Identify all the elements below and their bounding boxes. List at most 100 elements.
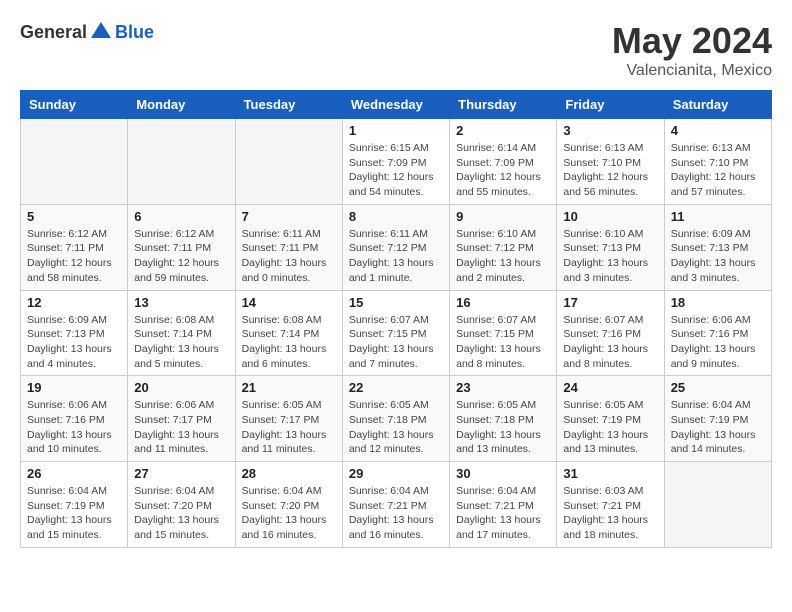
calendar-header-sunday: Sunday: [21, 91, 128, 119]
day-number: 27: [134, 466, 228, 481]
day-info: Sunrise: 6:04 AMSunset: 7:20 PMDaylight:…: [242, 484, 336, 543]
day-info: Sunrise: 6:07 AMSunset: 7:15 PMDaylight:…: [349, 313, 443, 372]
day-number: 12: [27, 295, 121, 310]
calendar-cell: 11 Sunrise: 6:09 AMSunset: 7:13 PMDayligh…: [664, 204, 771, 290]
calendar-header-row: SundayMondayTuesdayWednesdayThursdayFrid…: [21, 91, 772, 119]
calendar-week-row: 26Sunrise: 6:04 AMSunset: 7:19 PMDayligh…: [21, 462, 772, 548]
day-info: Sunrise: 6:09 AMSunset: 7:13 PMDaylight:…: [671, 227, 765, 286]
day-info: Sunrise: 6:13 AMSunset: 7:10 PMDaylight:…: [563, 141, 657, 200]
day-info: Sunrise: 6:12 AMSunset: 7:11 PMDaylight:…: [27, 227, 121, 286]
calendar-cell: [664, 462, 771, 548]
calendar-cell: 1 Sunrise: 6:15 AMSunset: 7:09 PMDaylight…: [342, 119, 449, 205]
calendar-cell: 9Sunrise: 6:10 AMSunset: 7:12 PMDaylight…: [450, 204, 557, 290]
day-number: 22: [349, 380, 443, 395]
day-info: Sunrise: 6:05 AMSunset: 7:18 PMDaylight:…: [456, 398, 550, 457]
calendar-week-row: 19 Sunrise: 6:06 AMSunset: 7:16 PMDayligh…: [21, 376, 772, 462]
day-number: 1: [349, 123, 443, 138]
calendar-week-row: 5 Sunrise: 6:12 AMSunset: 7:11 PMDaylight…: [21, 204, 772, 290]
calendar-cell: 3 Sunrise: 6:13 AMSunset: 7:10 PMDaylight…: [557, 119, 664, 205]
calendar-header-thursday: Thursday: [450, 91, 557, 119]
day-info: Sunrise: 6:06 AMSunset: 7:16 PMDaylight:…: [27, 398, 121, 457]
month-title: May 2024: [612, 20, 772, 62]
calendar-cell: 23 Sunrise: 6:05 AMSunset: 7:18 PMDayligh…: [450, 376, 557, 462]
day-info: Sunrise: 6:12 AMSunset: 7:11 PMDaylight:…: [134, 227, 228, 286]
calendar-week-row: 1 Sunrise: 6:15 AMSunset: 7:09 PMDaylight…: [21, 119, 772, 205]
calendar-cell: 7Sunrise: 6:11 AMSunset: 7:11 PMDaylight…: [235, 204, 342, 290]
day-number: 18: [671, 295, 765, 310]
calendar-cell: 10 Sunrise: 6:10 AMSunset: 7:13 PMDayligh…: [557, 204, 664, 290]
calendar-cell: 8Sunrise: 6:11 AMSunset: 7:12 PMDaylight…: [342, 204, 449, 290]
day-info: Sunrise: 6:05 AMSunset: 7:18 PMDaylight:…: [349, 398, 443, 457]
day-info: Sunrise: 6:14 AMSunset: 7:09 PMDaylight:…: [456, 141, 550, 200]
day-number: 3: [563, 123, 657, 138]
day-number: 11: [671, 209, 765, 224]
calendar-cell: 20 Sunrise: 6:06 AMSunset: 7:17 PMDayligh…: [128, 376, 235, 462]
calendar-cell: 14Sunrise: 6:08 AMSunset: 7:14 PMDayligh…: [235, 290, 342, 376]
calendar-cell: 5 Sunrise: 6:12 AMSunset: 7:11 PMDaylight…: [21, 204, 128, 290]
calendar-week-row: 12 Sunrise: 6:09 AMSunset: 7:13 PMDayligh…: [21, 290, 772, 376]
day-number: 5: [27, 209, 121, 224]
day-number: 24: [563, 380, 657, 395]
calendar-header-saturday: Saturday: [664, 91, 771, 119]
day-info: Sunrise: 6:08 AMSunset: 7:14 PMDaylight:…: [134, 313, 228, 372]
day-number: 20: [134, 380, 228, 395]
day-number: 28: [242, 466, 336, 481]
calendar-header-monday: Monday: [128, 91, 235, 119]
day-info: Sunrise: 6:06 AMSunset: 7:17 PMDaylight:…: [134, 398, 228, 457]
calendar-cell: [21, 119, 128, 205]
day-info: Sunrise: 6:04 AMSunset: 7:21 PMDaylight:…: [456, 484, 550, 543]
day-number: 21: [242, 380, 336, 395]
logo-blue: Blue: [115, 22, 154, 43]
calendar-header-tuesday: Tuesday: [235, 91, 342, 119]
calendar-cell: 30 Sunrise: 6:04 AMSunset: 7:21 PMDayligh…: [450, 462, 557, 548]
day-number: 4: [671, 123, 765, 138]
calendar-cell: 27 Sunrise: 6:04 AMSunset: 7:20 PMDayligh…: [128, 462, 235, 548]
day-number: 30: [456, 466, 550, 481]
day-number: 16: [456, 295, 550, 310]
calendar-cell: 4Sunrise: 6:13 AMSunset: 7:10 PMDaylight…: [664, 119, 771, 205]
calendar-cell: 12 Sunrise: 6:09 AMSunset: 7:13 PMDayligh…: [21, 290, 128, 376]
calendar-cell: [235, 119, 342, 205]
day-number: 13: [134, 295, 228, 310]
calendar-cell: 21 Sunrise: 6:05 AMSunset: 7:17 PMDayligh…: [235, 376, 342, 462]
calendar-cell: [128, 119, 235, 205]
calendar-cell: 31Sunrise: 6:03 AMSunset: 7:21 PMDayligh…: [557, 462, 664, 548]
day-info: Sunrise: 6:04 AMSunset: 7:19 PMDaylight:…: [27, 484, 121, 543]
calendar-cell: 19 Sunrise: 6:06 AMSunset: 7:16 PMDayligh…: [21, 376, 128, 462]
calendar-header-friday: Friday: [557, 91, 664, 119]
calendar-cell: 18Sunrise: 6:06 AMSunset: 7:16 PMDayligh…: [664, 290, 771, 376]
calendar-cell: 2 Sunrise: 6:14 AMSunset: 7:09 PMDaylight…: [450, 119, 557, 205]
day-number: 19: [27, 380, 121, 395]
day-info: Sunrise: 6:04 AMSunset: 7:19 PMDaylight:…: [671, 398, 765, 457]
day-info: Sunrise: 6:07 AMSunset: 7:15 PMDaylight:…: [456, 313, 550, 372]
calendar-cell: 15 Sunrise: 6:07 AMSunset: 7:15 PMDayligh…: [342, 290, 449, 376]
logo-icon: [89, 20, 113, 44]
calendar-cell: 17Sunrise: 6:07 AMSunset: 7:16 PMDayligh…: [557, 290, 664, 376]
day-number: 14: [242, 295, 336, 310]
day-number: 23: [456, 380, 550, 395]
day-number: 6: [134, 209, 228, 224]
day-number: 8: [349, 209, 443, 224]
calendar-cell: 28 Sunrise: 6:04 AMSunset: 7:20 PMDayligh…: [235, 462, 342, 548]
page-header: General Blue May 2024 Valencianita, Mexi…: [20, 20, 772, 80]
day-number: 2: [456, 123, 550, 138]
day-info: Sunrise: 6:15 AMSunset: 7:09 PMDaylight:…: [349, 141, 443, 200]
calendar-cell: 29 Sunrise: 6:04 AMSunset: 7:21 PMDayligh…: [342, 462, 449, 548]
calendar-table: SundayMondayTuesdayWednesdayThursdayFrid…: [20, 90, 772, 548]
calendar-cell: 16 Sunrise: 6:07 AMSunset: 7:15 PMDayligh…: [450, 290, 557, 376]
day-info: Sunrise: 6:04 AMSunset: 7:20 PMDaylight:…: [134, 484, 228, 543]
day-info: Sunrise: 6:04 AMSunset: 7:21 PMDaylight:…: [349, 484, 443, 543]
calendar-cell: 26Sunrise: 6:04 AMSunset: 7:19 PMDayligh…: [21, 462, 128, 548]
day-info: Sunrise: 6:07 AMSunset: 7:16 PMDaylight:…: [563, 313, 657, 372]
day-info: Sunrise: 6:10 AMSunset: 7:13 PMDaylight:…: [563, 227, 657, 286]
day-info: Sunrise: 6:09 AMSunset: 7:13 PMDaylight:…: [27, 313, 121, 372]
day-number: 29: [349, 466, 443, 481]
day-number: 25: [671, 380, 765, 395]
logo-general: General: [20, 22, 87, 43]
day-number: 15: [349, 295, 443, 310]
day-info: Sunrise: 6:11 AMSunset: 7:11 PMDaylight:…: [242, 227, 336, 286]
location-title: Valencianita, Mexico: [612, 62, 772, 80]
day-number: 31: [563, 466, 657, 481]
day-number: 10: [563, 209, 657, 224]
day-info: Sunrise: 6:05 AMSunset: 7:17 PMDaylight:…: [242, 398, 336, 457]
